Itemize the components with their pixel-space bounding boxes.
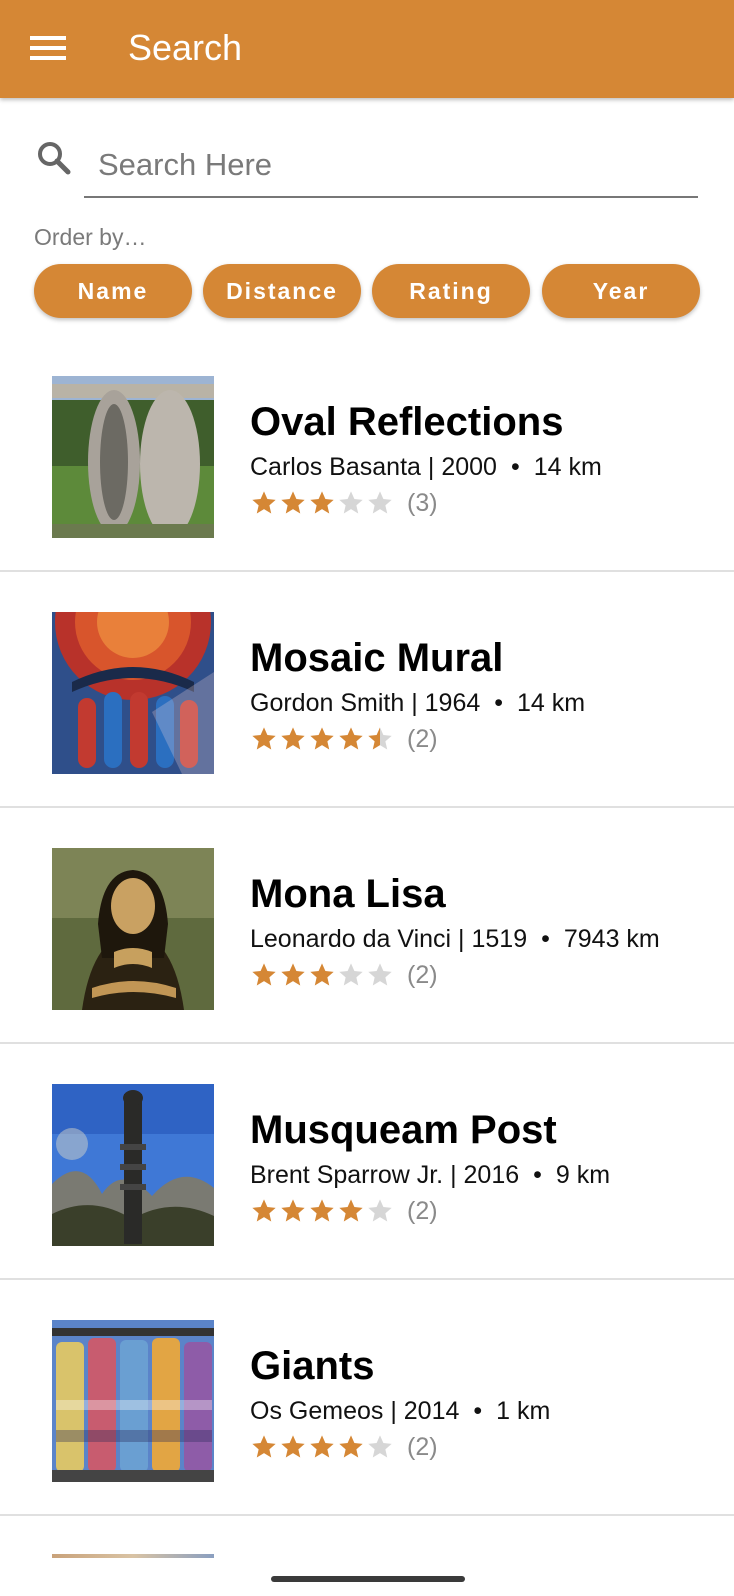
order-year-button[interactable]: Year	[542, 264, 700, 318]
item-meta: Os Gemeos | 2014 • 1 km	[250, 1397, 551, 1425]
star-filled-icon	[252, 491, 276, 514]
item-artist: Gordon Smith	[250, 689, 405, 717]
app-bar: Search	[0, 0, 734, 98]
home-indicator[interactable]	[271, 1576, 465, 1582]
item-artist: Leonardo da Vinci	[250, 925, 452, 953]
list-item[interactable]: Mosaic Mural Gordon Smith | 1964 • 14 km (…	[0, 572, 734, 808]
star-filled-icon	[281, 963, 305, 986]
mosaic-image	[52, 612, 214, 774]
bullet-separator: •	[473, 1397, 483, 1425]
page-title: Search	[128, 27, 243, 68]
order-distance-button[interactable]: Distance	[203, 264, 361, 318]
list-item[interactable]: Mona Lisa Leonardo da Vinci | 1519 • 7943 …	[0, 808, 734, 1044]
bullet-separator: •	[510, 453, 520, 481]
bullet-separator: •	[533, 1161, 542, 1189]
item-title: Musqueam Post	[250, 1108, 557, 1152]
star-filled-icon	[310, 1435, 334, 1458]
item-title: Giants	[250, 1344, 375, 1388]
item-year: 1519	[471, 925, 528, 953]
star-half-icon	[368, 727, 392, 750]
item-title: Oval Reflections	[250, 400, 564, 444]
star-filled-icon	[281, 1435, 305, 1458]
star-filled-icon	[252, 963, 276, 986]
item-year: 2016	[463, 1161, 520, 1189]
item-meta: Carlos Basanta | 2000 • 14 km	[250, 453, 602, 481]
star-empty-icon	[368, 963, 392, 986]
carved-post-image	[52, 1084, 214, 1246]
star-empty-icon	[368, 1435, 392, 1458]
review-count: (2)	[407, 724, 438, 753]
star-empty-icon	[368, 1199, 392, 1222]
list-item[interactable]: Giants Os Gemeos | 2014 • 1 km (2)	[0, 1280, 734, 1516]
rating-stars: (3)	[250, 488, 438, 518]
star-filled-icon	[339, 1435, 363, 1458]
item-distance: 14 km	[517, 689, 586, 717]
item-title: Mona Lisa	[250, 872, 446, 916]
star-empty-icon	[339, 491, 363, 514]
star-filled-icon	[252, 1199, 276, 1222]
rating-stars: (2)	[250, 1196, 438, 1226]
bullet-separator: •	[494, 689, 504, 717]
star-filled-icon	[310, 1199, 334, 1222]
star-filled-icon	[252, 727, 276, 750]
item-meta: Leonardo da Vinci | 1519 • 7943 km	[250, 925, 660, 953]
rating-stars: (2)	[250, 724, 438, 754]
item-year: 2014	[403, 1397, 460, 1425]
item-artist: Carlos Basanta	[250, 453, 421, 481]
menu-icon[interactable]	[30, 34, 66, 62]
review-count: (2)	[407, 1432, 438, 1461]
item-year: 1964	[424, 689, 481, 717]
item-meta: Brent Sparrow Jr. | 2016 • 9 km	[250, 1161, 611, 1189]
rating-stars: (2)	[250, 1432, 438, 1462]
star-filled-icon	[281, 1199, 305, 1222]
star-filled-icon	[310, 727, 334, 750]
item-distance: 14 km	[533, 453, 602, 481]
review-count: (2)	[407, 960, 438, 989]
rating-stars: (2)	[250, 960, 438, 990]
star-filled-icon	[252, 1435, 276, 1458]
star-filled-icon	[310, 491, 334, 514]
stone-sculpture-image	[52, 376, 214, 538]
review-count: (3)	[407, 488, 438, 517]
review-count: (2)	[407, 1196, 438, 1225]
item-artist: Brent Sparrow Jr.	[250, 1161, 444, 1189]
item-distance: 7943 km	[563, 925, 660, 953]
silo-mural-image	[52, 1320, 214, 1482]
bullet-separator: •	[541, 925, 550, 953]
order-name-button[interactable]: Name	[34, 264, 192, 318]
item-meta: Gordon Smith | 1964 • 14 km	[250, 689, 586, 717]
star-empty-icon	[368, 491, 392, 514]
search-icon	[38, 142, 71, 175]
partial-list-item-image	[52, 1554, 214, 1558]
star-filled-icon	[281, 491, 305, 514]
item-year: 2000	[441, 453, 497, 481]
item-distance: 1 km	[496, 1397, 551, 1425]
search-input[interactable]	[84, 134, 698, 198]
painting-image	[52, 848, 214, 1010]
star-empty-icon	[339, 963, 363, 986]
star-filled-icon	[281, 727, 305, 750]
star-filled-icon	[339, 727, 363, 750]
order-rating-button[interactable]: Rating	[372, 264, 530, 318]
order-by-label: Order by…	[34, 224, 147, 250]
item-distance: 9 km	[555, 1161, 611, 1189]
star-filled-icon	[310, 963, 334, 986]
item-artist: Os Gemeos	[250, 1397, 384, 1425]
list-item[interactable]: Oval Reflections Carlos Basanta | 2000 • 1…	[0, 336, 734, 572]
item-title: Mosaic Mural	[250, 636, 504, 680]
star-filled-icon	[339, 1199, 363, 1222]
list-item[interactable]: Musqueam Post Brent Sparrow Jr. | 2016 • 9…	[0, 1044, 734, 1280]
